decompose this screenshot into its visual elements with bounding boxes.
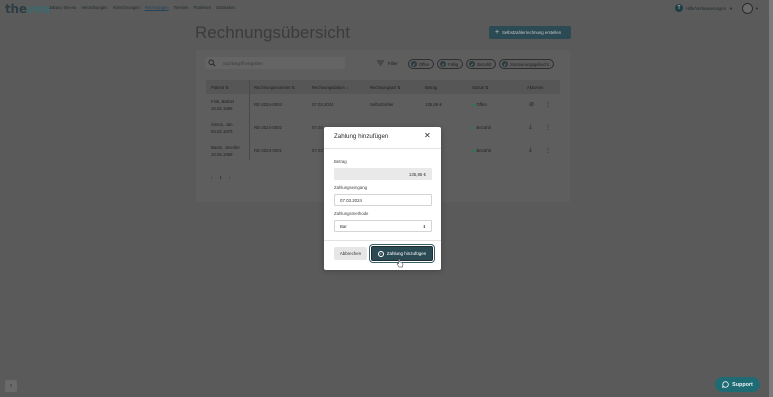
header-status[interactable]: Status ⇅ [472,85,489,90]
check-icon: ✓ [411,61,417,67]
prev-page-button[interactable]: ‹ [211,175,212,180]
more-vert-icon[interactable]: ⋮ [545,124,551,131]
nav-item-abrechnungen[interactable]: Abrechnungen [113,5,140,10]
date-cell: 07.03 [312,148,323,153]
search-input[interactable]: Suchbegriff eingeben [205,57,345,69]
payment-method-select[interactable]: Bar ⬍ [334,220,432,232]
page-title: Rechnungsübersicht [195,23,350,42]
current-page[interactable]: 1 [219,175,221,180]
table-row[interactable]: Fink, Bärbel 16.02.1996 RE-2024-0003 07.0… [206,94,560,117]
chevron-updown-icon: ⬍ [422,223,426,229]
help-avatar: T [674,4,683,12]
dialog-title: Zahlung hinzufügen [334,133,389,140]
cancel-button[interactable]: Abbrechen [334,247,367,260]
date-cell: 07.03 [312,125,323,130]
filter-icon [377,60,384,66]
help-label: Hilfe/Verbesserungen [685,5,727,11]
more-vert-icon[interactable]: ⋮ [545,101,551,108]
mouse-cursor-icon [396,258,404,268]
status-badge: Offen [472,101,487,108]
create-invoice-label: Selbstzahlerrechnung erstellen [502,30,562,35]
help-menu[interactable]: T Hilfe/Verbesserungen ▼ [674,4,733,12]
check-icon: ✓ [469,61,476,67]
payment-date-label: Zahlungseingang [334,185,367,190]
close-icon[interactable]: ✕ [424,132,431,140]
chip-faellig[interactable]: ✓ Fällig [437,59,464,69]
check-circle-icon: ✓ [377,250,384,257]
number-cell: RE-2024-0002 [254,125,282,130]
add-payment-icon[interactable]: ⊘ [529,101,534,108]
main-nav: Jabaco thevea Verordnungen Abrechnungen … [49,5,236,10]
payment-method-value: Bar [340,223,347,229]
nav-item-statistiken[interactable]: Statistiken [216,5,235,10]
nav-item-jabaco[interactable]: Jabaco thevea [49,5,76,10]
avatar [742,3,754,14]
nav-item-termine[interactable]: Termine [174,5,189,10]
payment-date-field[interactable]: 07.03.2024 [334,194,432,206]
next-page-button[interactable]: › [229,175,230,180]
check-icon: ✓ [502,61,509,67]
thevea-logo[interactable]: thevea [5,2,51,16]
nav-item-rechnungen[interactable]: Rechnungen [145,5,169,10]
support-button[interactable]: Support [715,377,760,392]
chip-bezahlt[interactable]: ✓ Bezahlt [466,59,497,69]
chevron-down-icon: ▼ [729,5,733,11]
patient-cell: Fink, Bärbel 16.02.1996 [211,99,234,112]
amount-cell: 135,86 € [425,102,442,107]
expand-sidebar-button[interactable]: › [5,380,17,392]
type-cell: Selbstzahler [370,102,394,107]
number-cell: RE-2024-0003 [254,102,282,107]
dialog-footer-divider [324,240,441,241]
status-badge: Bezahlt [472,147,491,154]
logo-text-main: the [5,2,27,16]
patient-cell: Baum, Jennifer 10.06.1968 [211,145,240,158]
chip-label: Fällig [448,61,459,67]
header-amount[interactable]: Betrag [425,85,437,90]
status-badge: Bezahlt [472,124,491,131]
amount-field: 135,86 € [334,168,432,180]
date-cell: 07.03.2024 [312,102,334,107]
table-header: Patient ⇅ Rechnungsnummer ⇅ Rechnungsdat… [206,80,560,94]
search-icon [208,59,216,67]
chip-label: Offen [419,61,430,67]
header-actions: Aktionen [527,85,544,90]
chip-label: Stornierungsgebucht [510,61,549,67]
chevron-right-icon: › [10,383,12,389]
amount-label: Betrag [334,159,347,164]
payment-method-label: Zahlungsmethode [334,211,369,216]
scrollbar[interactable] [769,0,773,397]
check-icon: ✓ [440,61,447,67]
chevron-down-icon: ▼ [755,6,759,11]
profile-menu[interactable]: ▼ [742,3,759,14]
submit-label: Zahlung hinzufügen [386,251,427,256]
patient-cell: Simon, Jan 03.02.1975 [211,122,233,135]
download-icon[interactable]: ⤓ [529,124,532,131]
pagination: ‹ 1 › [211,175,230,180]
support-label: Support [732,381,753,388]
header-patient[interactable]: Patient ⇅ [211,85,229,90]
chip-offen[interactable]: ✓ Offen [408,59,435,69]
create-invoice-button[interactable]: + Selbstzahlerrechnung erstellen [489,26,571,39]
plus-icon: + [495,29,500,36]
header-type[interactable]: Rechnungsart ⇅ [370,85,401,90]
more-vert-icon[interactable]: ⋮ [545,147,551,154]
chip-storniert[interactable]: ✓ Stornierungsgebucht [499,59,554,69]
number-cell: RE-2024-0001 [254,148,282,153]
header-number[interactable]: Rechnungsnummer ⇅ [254,85,295,90]
search-placeholder: Suchbegriff eingeben [223,60,263,66]
nav-item-verordnungen[interactable]: Verordnungen [81,5,107,10]
download-icon[interactable]: ⤓ [529,147,532,154]
header-date[interactable]: Rechnungsdatum ↓ [312,85,348,90]
column-divider [249,80,250,160]
top-navigation-bar: thevea Jabaco thevea Verordnungen Abrech… [0,0,773,19]
chip-label: Bezahlt [477,61,492,67]
chat-icon [722,381,729,388]
nav-item-patienten[interactable]: Patienten [193,5,211,10]
filter-label: Filter [388,60,398,66]
dialog-divider [324,148,441,149]
filter-button[interactable]: Filter [377,60,398,66]
status-filter-chips: ✓ Offen ✓ Fällig ✓ Bezahlt ✓ Stornierungsgeb… [408,59,554,69]
logo-text-accent: vea [26,2,51,16]
